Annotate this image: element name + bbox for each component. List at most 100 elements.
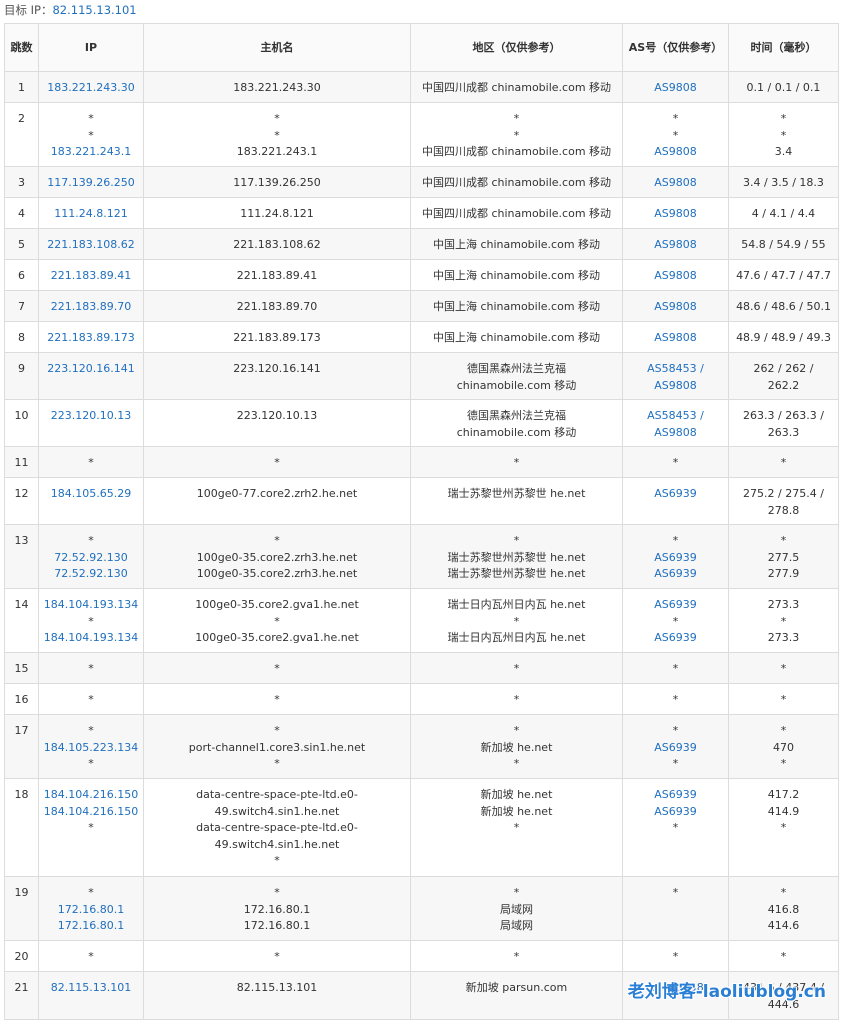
- host-value: 111.24.8.121: [240, 207, 314, 220]
- asn-value[interactable]: AS9808: [625, 378, 726, 395]
- ip-value[interactable]: 172.16.80.1: [41, 918, 141, 935]
- ip-value[interactable]: 223.120.16.141: [41, 361, 141, 378]
- ip-value[interactable]: 184.104.193.134: [41, 630, 141, 647]
- host-value: 183.221.243.1: [236, 145, 318, 158]
- host-value: 172.16.80.1: [243, 919, 311, 932]
- ip-value[interactable]: 184.105.223.134: [41, 740, 141, 757]
- ip-value[interactable]: 117.139.26.250: [41, 175, 141, 192]
- ip-value[interactable]: 183.221.243.30: [41, 80, 141, 97]
- hostname-cell: 221.183.89.173: [143, 321, 411, 353]
- asn-value[interactable]: AS9808: [625, 80, 726, 97]
- asn-value[interactable]: AS58453 /: [625, 408, 726, 425]
- asn-value[interactable]: AS9808: [625, 330, 726, 347]
- host-value: 221.183.108.62: [233, 238, 321, 251]
- time-value: 54.8 / 54.9 / 55: [741, 238, 826, 251]
- table-row: 8 221.183.89.173 221.183.89.173 中国上海 chinam…: [4, 321, 839, 353]
- ip-cell: * 172.16.80.1 172.16.80.1: [38, 876, 144, 941]
- region-value: 新加坡 he.net: [480, 788, 553, 801]
- header-region: 地区（仅供参考）: [410, 23, 623, 72]
- asn-value[interactable]: AS9808: [625, 206, 726, 223]
- asn-value[interactable]: AS6939: [625, 597, 726, 614]
- asn-value[interactable]: AS9808: [625, 299, 726, 316]
- ip-value[interactable]: 184.104.216.150: [41, 787, 141, 804]
- asn-cell: AS9808: [622, 228, 729, 260]
- hop-cell: 9: [4, 352, 39, 400]
- host-value: port-channel1.core3.sin1.he.net: [188, 740, 366, 754]
- region-value: 中国上海 chinamobile.com 移动: [432, 238, 601, 251]
- asn-value[interactable]: AS6939: [625, 630, 726, 647]
- hop-cell: 7: [4, 290, 39, 322]
- ip-value[interactable]: 221.183.89.70: [41, 299, 141, 316]
- table-row: 16 * * * * *: [4, 683, 839, 715]
- time-value: *: [780, 534, 787, 547]
- ip-value: *: [88, 693, 94, 706]
- hostname-cell: * 172.16.80.1 172.16.80.1: [143, 876, 411, 941]
- time-value: *: [780, 693, 787, 706]
- asn-value[interactable]: AS6939: [625, 740, 726, 757]
- hop-number: 8: [18, 331, 25, 344]
- time-value: *: [780, 724, 787, 737]
- asn-value: *: [672, 112, 679, 125]
- time-value: 277.5: [767, 550, 800, 564]
- time-value: *: [780, 950, 787, 963]
- ip-value[interactable]: 184.105.65.29: [41, 486, 141, 503]
- ip-value[interactable]: 72.52.92.130: [41, 566, 141, 583]
- hostname-cell: * port-channel1.core3.sin1.he.net *: [143, 714, 411, 779]
- ip-value[interactable]: 223.120.10.13: [41, 408, 141, 425]
- asn-value[interactable]: AS9808: [625, 237, 726, 254]
- ip-value[interactable]: 221.183.89.173: [41, 330, 141, 347]
- region-value: *: [513, 534, 520, 547]
- region-value: 德国黑森州法兰克福: [467, 409, 566, 422]
- ip-value[interactable]: 184.104.193.134: [41, 597, 141, 614]
- time-cell: 263.3 / 263.3 / 263.3: [728, 399, 839, 447]
- hop-number: 6: [18, 269, 25, 282]
- hop-cell: 14: [4, 588, 39, 653]
- table-row: 3 117.139.26.250 117.139.26.250 中国四川成都 chin…: [4, 166, 839, 198]
- ip-cell: 184.105.65.29: [38, 477, 144, 525]
- region-value: 中国上海 chinamobile.com 移动: [432, 269, 601, 282]
- asn-value[interactable]: AS6939: [625, 566, 726, 583]
- asn-value[interactable]: AS6939: [625, 804, 726, 821]
- region-value: 局域网: [500, 919, 533, 932]
- region-cell: * 局域网 局域网: [410, 876, 623, 941]
- asn-value[interactable]: AS6939: [625, 787, 726, 804]
- time-value: 416.8: [767, 902, 800, 916]
- region-cell: *: [410, 940, 623, 972]
- host-value: 223.120.10.13: [236, 409, 318, 422]
- hop-number: 18: [14, 788, 29, 801]
- time-cell: 47.6 / 47.7 / 47.7: [728, 259, 839, 291]
- header-hop: 跳数: [4, 23, 39, 72]
- time-value: 263.3 / 263.3 /: [743, 409, 824, 422]
- ip-value[interactable]: 184.104.216.150: [41, 804, 141, 821]
- hop-number: 12: [14, 487, 29, 500]
- ip-value[interactable]: 221.183.89.41: [41, 268, 141, 285]
- table-row: 10 223.120.10.13 223.120.10.13 德国黑森州法兰克福 chi…: [4, 399, 839, 447]
- hostname-cell: *: [143, 652, 411, 684]
- ip-value[interactable]: 72.52.92.130: [41, 550, 141, 567]
- hop-cell: 20: [4, 940, 39, 972]
- hop-cell: 4: [4, 197, 39, 229]
- time-cell: 417.2 414.9 *: [728, 778, 839, 877]
- time-value: 0.1 / 0.1 / 0.1: [746, 81, 821, 94]
- target-ip-line: 目标 IP：82.115.13.101: [4, 2, 137, 18]
- region-cell: 德国黑森州法兰克福 chinamobile.com 移动: [410, 352, 623, 400]
- asn-value[interactable]: AS58453 /: [625, 361, 726, 378]
- asn-value[interactable]: AS9808: [625, 425, 726, 442]
- asn-value[interactable]: AS9808: [625, 175, 726, 192]
- ip-value[interactable]: 172.16.80.1: [41, 902, 141, 919]
- ip-value[interactable]: 111.24.8.121: [41, 206, 141, 223]
- asn-value[interactable]: AS6939: [625, 486, 726, 503]
- hostname-cell: data-centre-space-pte-ltd.e0- 49.switch4.…: [143, 778, 411, 877]
- ip-value[interactable]: 183.221.243.1: [41, 144, 141, 161]
- asn-value[interactable]: AS9808: [625, 268, 726, 285]
- time-value: 277.9: [767, 567, 800, 580]
- hostname-cell: 223.120.10.13: [143, 399, 411, 447]
- ip-cell: * 184.105.223.134 *: [38, 714, 144, 779]
- asn-value[interactable]: AS9808: [625, 144, 726, 161]
- time-value: 48.9 / 48.9 / 49.3: [736, 331, 831, 344]
- table-row: 7 221.183.89.70 221.183.89.70 中国上海 chinamob…: [4, 290, 839, 322]
- ip-value[interactable]: 221.183.108.62: [41, 237, 141, 254]
- region-value: 新加坡 he.net: [480, 740, 553, 754]
- asn-value[interactable]: AS6939: [625, 550, 726, 567]
- ip-value[interactable]: 82.115.13.101: [41, 980, 141, 997]
